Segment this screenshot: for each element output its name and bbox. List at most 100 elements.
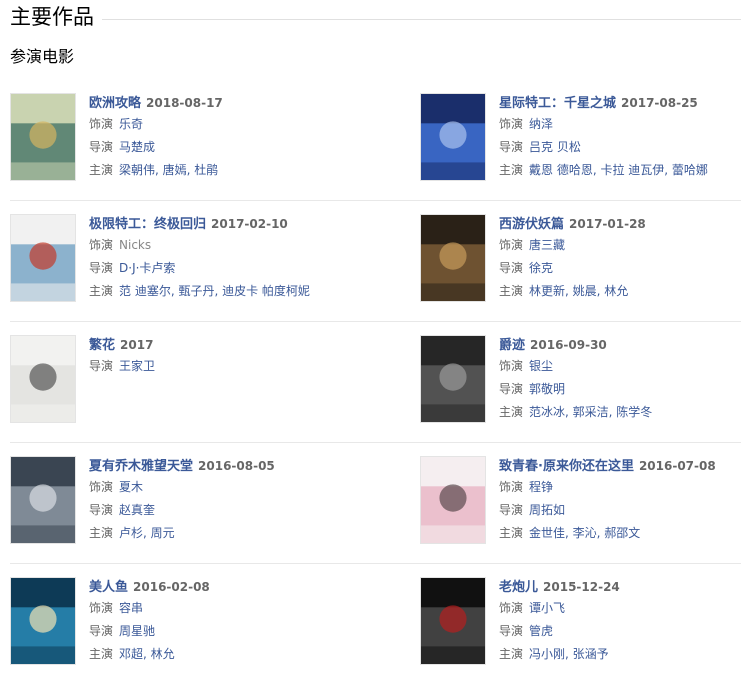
role-row: 饰演 程铮 [499, 476, 739, 499]
film-poster[interactable] [420, 577, 486, 665]
film-info: 繁花 2017 导演 王家卫 [89, 335, 329, 378]
film-date: 2017-01-28 [569, 217, 646, 231]
cast-value[interactable]: 金世佳, 李沁, 郝邵文 [529, 526, 640, 540]
director-value[interactable]: 周拓如 [529, 503, 565, 517]
film-title-link[interactable]: 欧洲攻略 [89, 96, 141, 111]
cast-label: 主演 [89, 526, 114, 540]
film-title-link[interactable]: 老炮儿 [499, 580, 538, 595]
role-label: 饰演 [89, 601, 114, 615]
row-divider [10, 442, 741, 443]
film-info: 极限特工：终极回归 2017-02-10 饰演 Nicks 导演 D·J·卡卢索 主演范 迪… [89, 214, 329, 303]
director-row: 导演 周星驰 [89, 620, 329, 643]
film-title-link[interactable]: 致青春·原来你还在这里 [499, 459, 634, 474]
film-title-link[interactable]: 星际特工：千星之城 [499, 96, 616, 111]
film-info: 爵迹 2016-09-30 饰演 银尘 导演 郭敬明 主演 范冰冰, 郭采洁, 陈学冬 [499, 335, 739, 424]
cast-value[interactable]: 卢杉, 周元 [119, 526, 175, 540]
film-title-link[interactable]: 夏有乔木雅望天堂 [89, 459, 193, 474]
film-poster[interactable] [420, 93, 486, 181]
section-header: 主要作品 [10, 2, 741, 32]
director-row: 导演 D·J·卡卢索 [89, 257, 329, 280]
cast-value[interactable]: 冯小刚, 张涵予 [529, 647, 609, 661]
role-value[interactable]: 纳泽 [529, 117, 553, 131]
role-label: 饰演 [89, 238, 114, 252]
director-value[interactable]: D·J·卡卢索 [119, 261, 175, 275]
director-label: 导演 [499, 382, 524, 396]
director-row: 导演 徐克 [499, 257, 739, 280]
film-card: 美人鱼 2016-02-08 饰演 容串 导演 周星驰 主演 邓超, 林允 [10, 577, 330, 665]
film-info: 星际特工：千星之城 2017-08-25 饰演 纳泽 导演 吕克 贝松 主演 戴恩 德哈恩, … [499, 93, 739, 182]
cast-value[interactable]: 邓超, 林允 [119, 647, 175, 661]
role-value[interactable]: 程铮 [529, 480, 553, 494]
role-label: 饰演 [499, 480, 524, 494]
cast-row: 主演 戴恩 德哈恩, 卡拉 迪瓦伊, 蕾哈娜 [499, 159, 739, 182]
role-value[interactable]: 乐奇 [119, 117, 143, 131]
director-row: 导演 吕克 贝松 [499, 136, 739, 159]
film-poster[interactable] [10, 335, 76, 423]
director-row: 导演 郭敬明 [499, 378, 739, 401]
film-poster[interactable] [420, 335, 486, 423]
cast-value[interactable]: 林更新, 姚晨, 林允 [529, 284, 628, 298]
director-label: 导演 [499, 624, 524, 638]
director-value[interactable]: 吕克 贝松 [529, 140, 581, 154]
cast-row: 主演 冯小刚, 张涵予 [499, 643, 739, 666]
role-label: 饰演 [499, 117, 524, 131]
film-poster[interactable] [420, 456, 486, 544]
role-row: 饰演 容串 [89, 597, 329, 620]
film-poster[interactable] [10, 577, 76, 665]
film-poster[interactable] [10, 214, 76, 302]
film-card: 致青春·原来你还在这里 2016-07-08 饰演 程铮 导演 周拓如 主演 金世佳, 李沁,… [420, 456, 740, 544]
section-divider [102, 18, 741, 20]
director-value[interactable]: 郭敬明 [529, 382, 565, 396]
role-value[interactable]: 夏木 [119, 480, 143, 494]
film-title-link[interactable]: 西游伏妖篇 [499, 217, 564, 232]
director-value[interactable]: 马楚成 [119, 140, 155, 154]
director-value[interactable]: 管虎 [529, 624, 553, 638]
film-card: 夏有乔木雅望天堂 2016-08-05 饰演 夏木 导演 赵真奎 主演 卢杉, 周元 [10, 456, 330, 544]
role-value[interactable]: 唐三藏 [529, 238, 565, 252]
film-title-line: 致青春·原来你还在这里 2016-07-08 [499, 456, 739, 476]
film-date: 2016-09-30 [530, 338, 607, 352]
director-value[interactable]: 周星驰 [119, 624, 155, 638]
director-value[interactable]: 徐克 [529, 261, 553, 275]
cast-row: 主演 范冰冰, 郭采洁, 陈学冬 [499, 401, 739, 424]
film-card: 爵迹 2016-09-30 饰演 银尘 导演 郭敬明 主演 范冰冰, 郭采洁, 陈学冬 [420, 335, 740, 423]
role-value[interactable]: 容串 [119, 601, 143, 615]
film-card: 极限特工：终极回归 2017-02-10 饰演 Nicks 导演 D·J·卡卢索 主演范 迪… [10, 214, 330, 302]
film-title-link[interactable]: 美人鱼 [89, 580, 128, 595]
cast-value[interactable]: 梁朝伟, 唐嫣, 杜鹃 [119, 163, 218, 177]
director-value[interactable]: 王家卫 [119, 359, 155, 373]
cast-label: 主演 [89, 163, 114, 177]
director-value[interactable]: 赵真奎 [119, 503, 155, 517]
film-title-link[interactable]: 极限特工：终极回归 [89, 217, 206, 232]
film-title-line: 星际特工：千星之城 2017-08-25 [499, 93, 739, 113]
cast-label: 主演 [89, 284, 114, 298]
cast-value[interactable]: 范冰冰, 郭采洁, 陈学冬 [529, 405, 652, 419]
film-title-line: 极限特工：终极回归 2017-02-10 [89, 214, 329, 234]
film-poster[interactable] [10, 93, 76, 181]
film-date: 2015-12-24 [543, 580, 620, 594]
cast-value[interactable]: 戴恩 德哈恩, 卡拉 迪瓦伊, 蕾哈娜 [529, 163, 708, 177]
film-date: 2018-08-17 [146, 96, 223, 110]
film-title-line: 爵迹 2016-09-30 [499, 335, 739, 355]
subsection-title: 参演电影 [10, 47, 75, 66]
role-value[interactable]: 银尘 [529, 359, 553, 373]
film-title-link[interactable]: 繁花 [89, 338, 115, 353]
role-label: 饰演 [499, 238, 524, 252]
film-poster[interactable] [10, 456, 76, 544]
film-poster[interactable] [420, 214, 486, 302]
film-title-link[interactable]: 爵迹 [499, 338, 525, 353]
cast-row: 主演 邓超, 林允 [89, 643, 329, 666]
cast-value[interactable]: 范 迪塞尔, 甄子丹, 迪皮卡 帕度柯妮 [119, 284, 310, 298]
role-row: 饰演 唐三藏 [499, 234, 739, 257]
role-row: 饰演 纳泽 [499, 113, 739, 136]
cast-label: 主演 [89, 647, 114, 661]
cast-label: 主演 [499, 405, 524, 419]
role-label: 饰演 [499, 601, 524, 615]
film-card: 西游伏妖篇 2017-01-28 饰演 唐三藏 导演 徐克 主演 林更新, 姚晨, 林允 [420, 214, 740, 302]
role-value[interactable]: 谭小飞 [529, 601, 565, 615]
row-divider [10, 321, 741, 322]
cast-row: 主演 梁朝伟, 唐嫣, 杜鹃 [89, 159, 329, 182]
director-label: 导演 [499, 140, 524, 154]
role-label: 饰演 [499, 359, 524, 373]
director-row: 导演 王家卫 [89, 355, 329, 378]
